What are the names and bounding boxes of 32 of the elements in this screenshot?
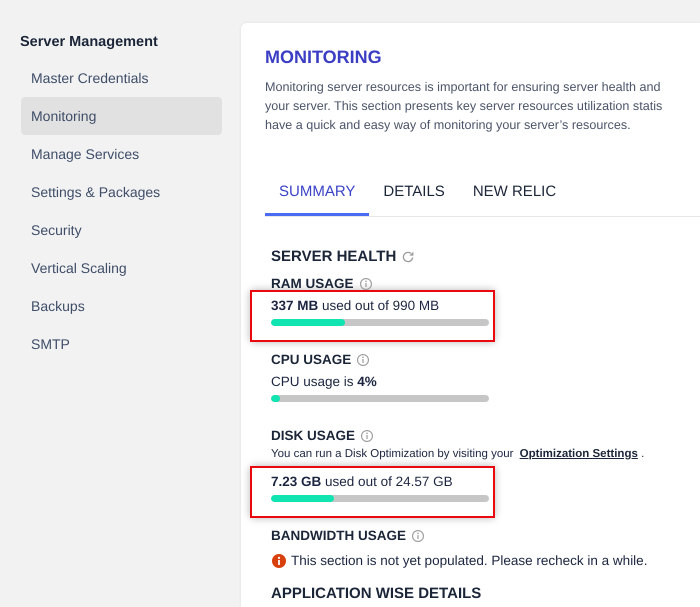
usage-reading: CPU usage is 4% bbox=[271, 373, 377, 391]
tab[interactable]: DETAILS bbox=[369, 173, 459, 216]
sidebar-item[interactable]: Manage Services bbox=[21, 135, 222, 173]
usage-reading: 7.23 GB used out of 24.57 GB bbox=[271, 473, 453, 491]
sidebar-heading: Server Management bbox=[20, 33, 158, 52]
usage-reading: 337 MB used out of 990 MB bbox=[271, 297, 440, 315]
page-description: Monitoring server resources is important for ensuring server health and your server. This section presents key server resources utilization statis have a quick and easy way of monitoring your server’s resources. bbox=[265, 79, 662, 134]
info-icon[interactable] bbox=[412, 530, 424, 542]
sidebar-item[interactable]: Backups bbox=[21, 287, 222, 325]
sidebar-item[interactable]: Master Credentials bbox=[21, 59, 222, 97]
sidebar-item[interactable]: SMTP bbox=[21, 325, 222, 363]
section-title: SERVER HEALTH bbox=[271, 248, 396, 266]
sidebar-item[interactable]: Settings & Packages bbox=[21, 173, 222, 211]
sidebar-item[interactable]: Monitoring bbox=[21, 97, 222, 135]
disk-optimization-note: You can run a Disk Optimization by visiting your Optimization Settings . bbox=[271, 447, 644, 462]
info-icon[interactable] bbox=[357, 354, 370, 366]
tab[interactable]: NEW RELIC bbox=[458, 173, 570, 216]
notice-message: This section is not yet populated. Please recheck in a while. bbox=[291, 552, 648, 570]
metric-title: CPU USAGE bbox=[271, 351, 352, 369]
optimization-settings-link[interactable]: Optimization Settings bbox=[520, 448, 638, 460]
page-title: MONITORING bbox=[265, 47, 382, 67]
metric-title: DISK USAGE bbox=[271, 427, 356, 445]
info-icon[interactable] bbox=[360, 278, 372, 290]
info-icon[interactable] bbox=[361, 430, 374, 442]
sidebar-item[interactable]: Vertical Scaling bbox=[21, 249, 222, 287]
tab[interactable]: SUMMARY bbox=[265, 173, 370, 216]
refresh-icon[interactable] bbox=[402, 251, 414, 263]
section-title: APPLICATION WISE DETAILS bbox=[271, 585, 482, 603]
error-icon bbox=[272, 554, 286, 568]
metric-title: BANDWIDTH USAGE bbox=[271, 527, 406, 545]
metric-title: RAM USAGE bbox=[271, 275, 354, 293]
sidebar-item[interactable]: Security bbox=[21, 211, 222, 249]
